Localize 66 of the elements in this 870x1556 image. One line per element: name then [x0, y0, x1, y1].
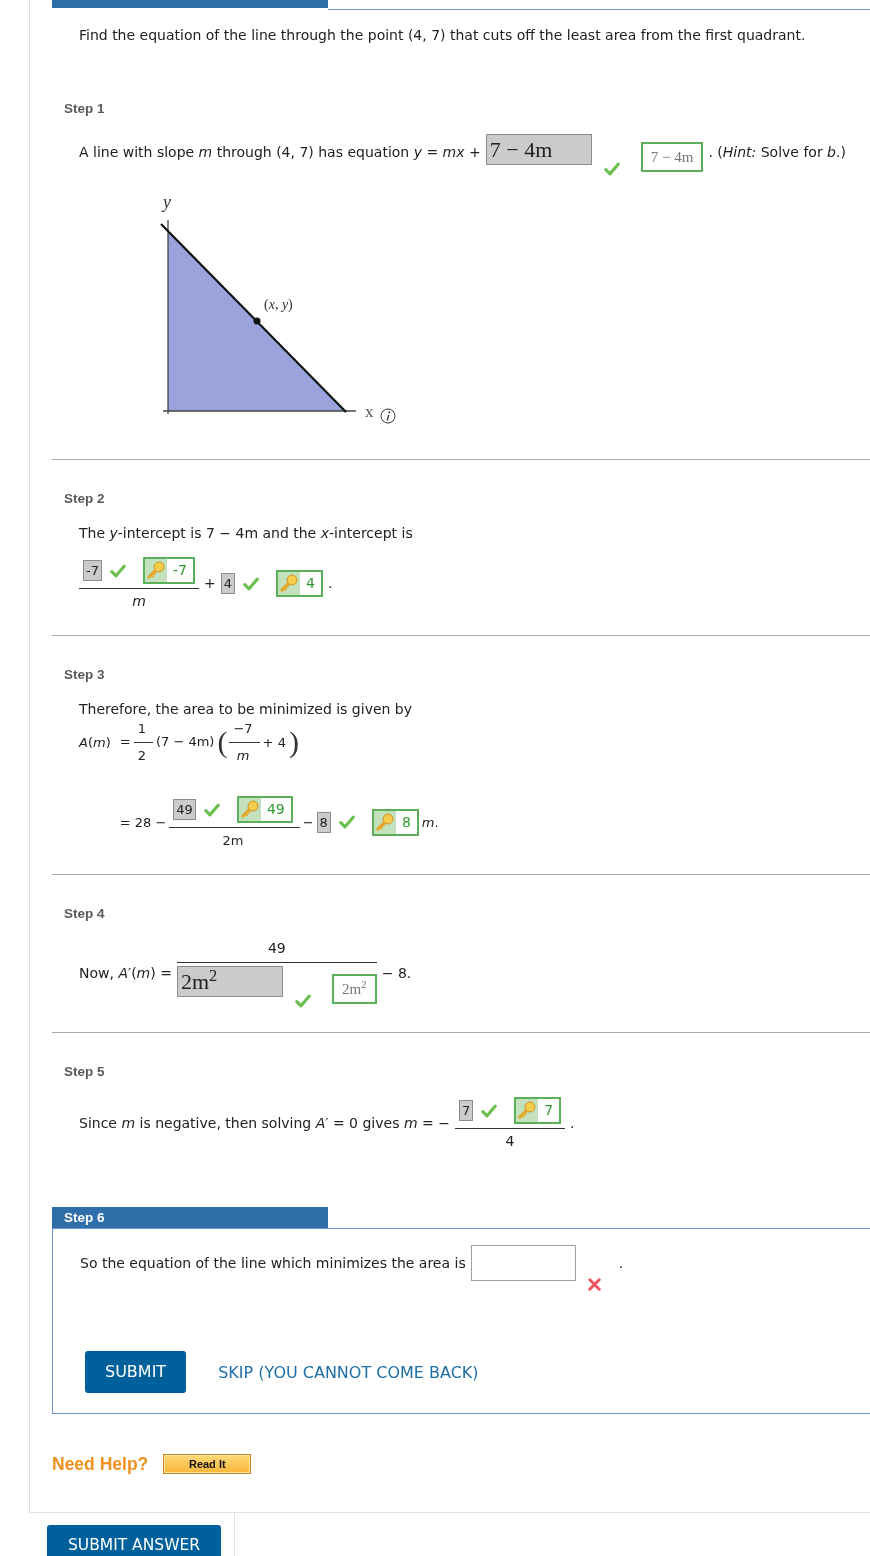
correct-answer-box: 2m$^{2}$: [331, 974, 377, 1004]
prompt-text: Now, A′(m) =: [79, 963, 172, 983]
point-marker-icon: [253, 317, 261, 325]
correct-answer-box: 7 − 4m: [640, 142, 704, 172]
step-heading: Step 6: [52, 1207, 328, 1228]
prompt-text: Therefore, the area to be minimized is given by: [79, 700, 413, 719]
answer-field[interactable]: [470, 1245, 576, 1281]
step-heading: Step 1: [64, 101, 105, 116]
step-heading: Step 2: [64, 491, 105, 506]
math-text: (7 − 4m): [155, 732, 215, 751]
axis-label: x: [365, 403, 374, 420]
correct-answer-text: 4: [304, 574, 316, 593]
math-text: −7: [233, 720, 253, 738]
prompt-text: The y-intercept is 7 − 4m and the x-intercept is: [79, 524, 413, 543]
math-text: 4: [505, 1132, 515, 1151]
prompt-text: .: [618, 1253, 624, 1273]
answer-field: 8: [316, 811, 331, 833]
correct-answer-text: 7: [543, 1101, 555, 1120]
math-text: 49: [267, 939, 286, 958]
math-text: m: [132, 592, 146, 611]
answer-field: -7: [83, 560, 102, 581]
math-text: −: [302, 813, 314, 832]
point-label: (x, y): [264, 298, 293, 312]
answer-field: 4: [220, 573, 235, 594]
math-text: 1: [137, 720, 146, 738]
prompt-text: Since m is negative, then solving A′ = 0 gives m = −: [79, 1114, 450, 1133]
correct-answer-text: -7: [171, 561, 188, 580]
answer-field: 7: [458, 1100, 474, 1121]
prompt-text: So the equation of the line which minimizes the area is: [80, 1253, 466, 1273]
prompt-text: A line with slope m through (4, 7) has equation y = mx +: [79, 143, 481, 162]
submit-button[interactable]: SUBMIT: [85, 1351, 187, 1393]
key-icon: [516, 1099, 539, 1122]
prompt-text: . (Hint: Solve for b.): [708, 143, 846, 162]
skip-link[interactable]: SKIP (YOU CANNOT COME BACK): [218, 1362, 479, 1382]
help-heading: Need Help?: [52, 1454, 149, 1474]
axis-label: y: [163, 193, 171, 211]
info-icon[interactable]: [380, 408, 396, 424]
question-text: Find the equation of the line through the point (4, 7) that cuts off the least area from the first quadrant.: [78, 26, 806, 45]
parenthesis: ): [288, 725, 299, 759]
key-icon: [277, 572, 300, 595]
math-text: A(m): [79, 733, 111, 752]
prompt-text: .: [327, 574, 333, 593]
math-text: m: [236, 747, 250, 765]
prompt-text: .: [570, 1114, 575, 1133]
answer-field: 49: [173, 799, 196, 820]
step-heading: Step 5: [64, 1064, 105, 1079]
key-icon: [238, 798, 261, 821]
math-text: + 4: [262, 733, 286, 752]
key-icon: [373, 810, 396, 834]
help-button[interactable]: Read It: [163, 1454, 252, 1474]
key-icon: [144, 559, 167, 582]
math-text: 2m: [222, 832, 244, 850]
correct-answer-text: 49: [265, 800, 286, 819]
prompt-text: − 8.: [381, 963, 412, 983]
math-text: = 28 −: [119, 813, 167, 832]
answer-field: 2m$^{2}$: [176, 966, 283, 997]
prompt-text: +: [203, 574, 216, 593]
answer-field: 7 − 4m: [485, 134, 592, 165]
math-text: 2: [137, 747, 146, 765]
math-text: =: [119, 732, 131, 751]
step-heading: Step 4: [64, 906, 105, 921]
parenthesis: (: [217, 725, 228, 759]
correct-answer-text: 8: [400, 812, 412, 832]
math-text: m.: [421, 813, 439, 832]
submit-answer-button[interactable]: SUBMIT ANSWER: [47, 1525, 221, 1556]
step-heading: Step 3: [64, 667, 105, 682]
